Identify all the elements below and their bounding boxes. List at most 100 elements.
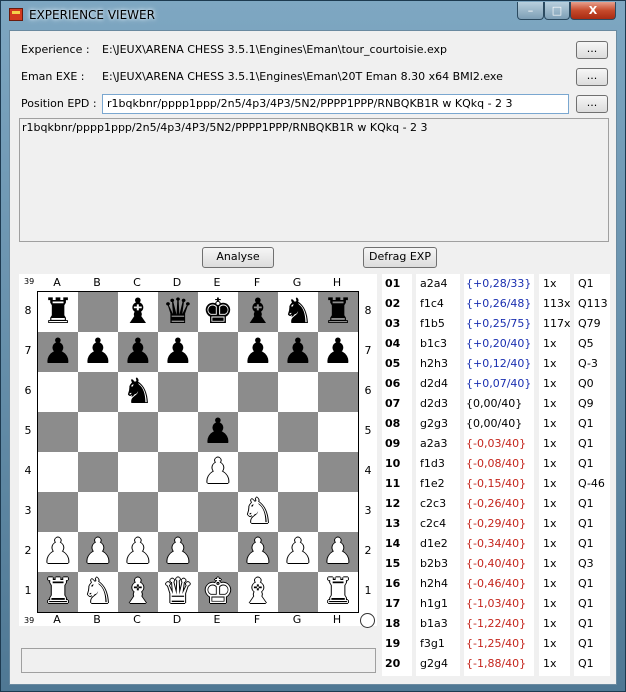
move-row[interactable]: 02 f1c4 {+0,26/48} 113x Q113 (382, 294, 610, 314)
analyse-button[interactable]: Analyse (202, 247, 274, 268)
move-row[interactable]: 13 c2c4 {-0,29/40} 1x Q1 (382, 514, 610, 534)
move-row[interactable]: 17 h1g1 {-1,03/40} 1x Q1 (382, 594, 610, 614)
square-c3[interactable] (118, 492, 158, 532)
black-knight-icon[interactable]: ♞ (278, 292, 318, 332)
square-e3[interactable] (198, 492, 238, 532)
white-pawn-icon[interactable]: ♟ (158, 532, 198, 572)
square-c5[interactable] (118, 412, 158, 452)
white-queen-icon[interactable]: ♛ (158, 572, 198, 612)
square-d4[interactable] (158, 452, 198, 492)
move-row[interactable]: 07 d2d3 {0,00/40} 1x Q9 (382, 394, 610, 414)
move-row[interactable]: 15 b2b3 {-0,40/40} 1x Q3 (382, 554, 610, 574)
black-rook-icon[interactable]: ♜ (318, 292, 358, 332)
white-bishop-icon[interactable]: ♝ (238, 572, 278, 612)
move-row[interactable]: 18 b1a3 {-1,22/40} 1x Q1 (382, 614, 610, 634)
square-g4[interactable] (278, 452, 318, 492)
black-knight-icon[interactable]: ♞ (118, 372, 158, 412)
maximize-button[interactable]: □ (544, 2, 570, 20)
black-bishop-icon[interactable]: ♝ (118, 292, 158, 332)
epd-input[interactable]: r1bqkbnr/pppp1ppp/2n5/4p3/4P3/5N2/PPPP1P… (102, 94, 569, 114)
white-rook-icon[interactable]: ♜ (38, 572, 78, 612)
square-a5[interactable] (38, 412, 78, 452)
move-row[interactable]: 06 d2d4 {+0,07/40} 1x Q0 (382, 374, 610, 394)
square-f6[interactable] (238, 372, 278, 412)
black-pawn-icon[interactable]: ♟ (278, 332, 318, 372)
black-pawn-icon[interactable]: ♟ (198, 412, 238, 452)
square-g5[interactable] (278, 412, 318, 452)
black-pawn-icon[interactable]: ♟ (318, 332, 358, 372)
move-score: {-0,08/40} (466, 457, 527, 470)
white-pawn-icon[interactable]: ♟ (318, 532, 358, 572)
move-row[interactable]: 11 f1e2 {-0,15/40} 1x Q-46 (382, 474, 610, 494)
square-b8[interactable] (78, 292, 118, 332)
black-king-icon[interactable]: ♚ (198, 292, 238, 332)
white-knight-icon[interactable]: ♞ (78, 572, 118, 612)
move-row[interactable]: 09 a2a3 {-0,03/40} 1x Q1 (382, 434, 610, 454)
square-b5[interactable] (78, 412, 118, 452)
move-notation: a2a4 (420, 277, 448, 290)
square-a6[interactable] (38, 372, 78, 412)
square-e6[interactable] (198, 372, 238, 412)
square-d5[interactable] (158, 412, 198, 452)
square-h4[interactable] (318, 452, 358, 492)
square-b6[interactable] (78, 372, 118, 412)
square-g6[interactable] (278, 372, 318, 412)
experience-browse-button[interactable]: ... (576, 41, 608, 59)
square-g1[interactable] (278, 572, 318, 612)
white-pawn-icon[interactable]: ♟ (198, 452, 238, 492)
square-f4[interactable] (238, 452, 278, 492)
white-pawn-icon[interactable]: ♟ (78, 532, 118, 572)
square-d3[interactable] (158, 492, 198, 532)
move-row[interactable]: 01 a2a4 {+0,28/33} 1x Q1 (382, 274, 610, 294)
black-rook-icon[interactable]: ♜ (38, 292, 78, 332)
white-king-icon[interactable]: ♚ (198, 572, 238, 612)
square-h5[interactable] (318, 412, 358, 452)
move-row[interactable]: 08 g2g3 {0,00/40} 1x Q1 (382, 414, 610, 434)
black-queen-icon[interactable]: ♛ (158, 292, 198, 332)
white-rook-icon[interactable]: ♜ (318, 572, 358, 612)
move-row[interactable]: 16 h2h4 {-0,46/40} 1x Q1 (382, 574, 610, 594)
square-h6[interactable] (318, 372, 358, 412)
move-row[interactable]: 10 f1d3 {-0,08/40} 1x Q1 (382, 454, 610, 474)
move-row[interactable]: 14 d1e2 {-0,34/40} 1x Q1 (382, 534, 610, 554)
file-label-bottom: E (213, 613, 221, 626)
square-e2[interactable] (198, 532, 238, 572)
minimize-button[interactable]: – (517, 2, 544, 20)
output-textarea[interactable]: r1bqkbnr/pppp1ppp/2n5/4p3/4P3/5N2/PPPP1P… (19, 118, 609, 242)
epd-browse-button[interactable]: ... (576, 95, 608, 113)
square-b3[interactable] (78, 492, 118, 532)
move-row[interactable]: 12 c2c3 {-0,26/40} 1x Q1 (382, 494, 610, 514)
square-c4[interactable] (118, 452, 158, 492)
engine-browse-button[interactable]: ... (576, 68, 608, 86)
black-bishop-icon[interactable]: ♝ (238, 292, 278, 332)
move-score: {-1,03/40} (466, 597, 527, 610)
square-a3[interactable] (38, 492, 78, 532)
move-row[interactable]: 20 g2g4 {-1,88/40} 1x Q1 (382, 654, 610, 674)
black-pawn-icon[interactable]: ♟ (78, 332, 118, 372)
close-button[interactable]: X (570, 2, 616, 20)
move-row[interactable]: 05 h2h3 {+0,12/40} 1x Q-3 (382, 354, 610, 374)
square-d6[interactable] (158, 372, 198, 412)
black-pawn-icon[interactable]: ♟ (118, 332, 158, 372)
square-f5[interactable] (238, 412, 278, 452)
chessboard[interactable]: ♜ ♝ ♛ ♚ ♝ ♞ ♜ ♟ ♟ ♟ ♟ ♟ ♟ ♟ ♞ ♟ ♟ ♞ ♟ ♟ ♟ ♟ ♟ ♟ ♟ ♜ ♞ ♝ ♛ ♚ ♝ ♜ (37, 291, 359, 613)
white-bishop-icon[interactable]: ♝ (118, 572, 158, 612)
white-pawn-icon[interactable]: ♟ (118, 532, 158, 572)
white-pawn-icon[interactable]: ♟ (238, 532, 278, 572)
white-pawn-icon[interactable]: ♟ (278, 532, 318, 572)
square-a4[interactable] (38, 452, 78, 492)
move-row[interactable]: 19 f3g1 {-1,25/40} 1x Q1 (382, 634, 610, 654)
black-pawn-icon[interactable]: ♟ (38, 332, 78, 372)
square-e7[interactable] (198, 332, 238, 372)
square-g3[interactable] (278, 492, 318, 532)
defrag-exp-button[interactable]: Defrag EXP (363, 247, 437, 268)
white-pawn-icon[interactable]: ♟ (38, 532, 78, 572)
black-pawn-icon[interactable]: ♟ (238, 332, 278, 372)
move-row[interactable]: 04 b1c3 {+0,20/40} 1x Q5 (382, 334, 610, 354)
black-pawn-icon[interactable]: ♟ (158, 332, 198, 372)
white-knight-icon[interactable]: ♞ (238, 492, 278, 532)
square-h3[interactable] (318, 492, 358, 532)
square-b4[interactable] (78, 452, 118, 492)
move-row[interactable]: 03 f1b5 {+0,25/75} 117x Q79 (382, 314, 610, 334)
title-bar[interactable]: EXPERIENCE VIEWER – □ X (1, 1, 625, 29)
